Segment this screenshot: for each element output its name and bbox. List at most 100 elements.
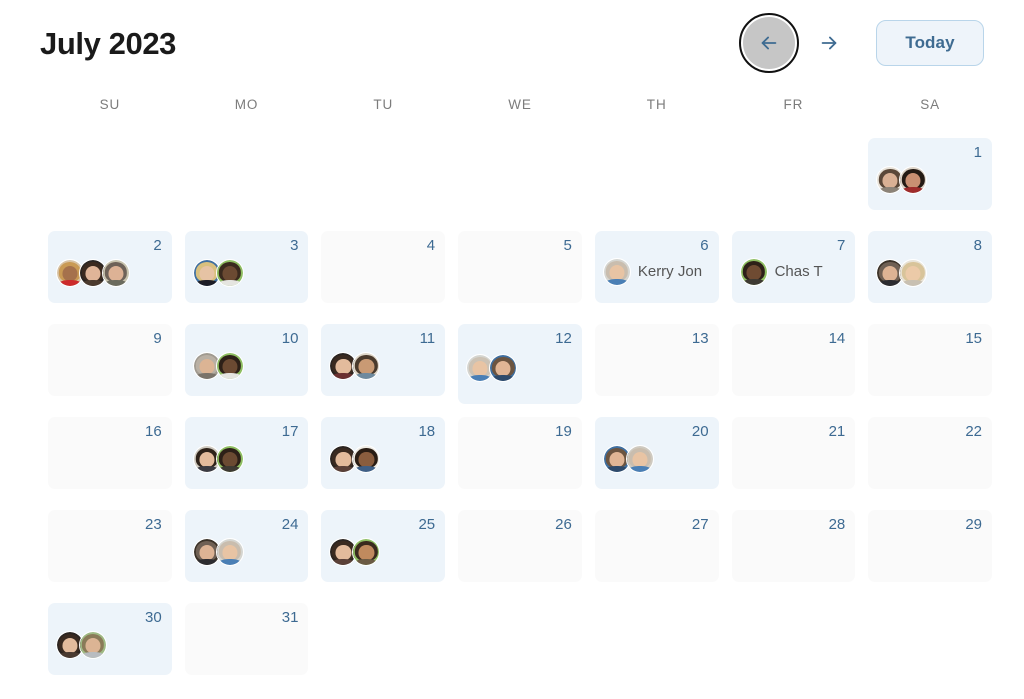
avatar-kerry[interactable] xyxy=(602,258,631,286)
day-cell-12[interactable]: 12 xyxy=(458,324,582,404)
avatar-30b[interactable] xyxy=(79,631,107,659)
day-cell-25[interactable]: 25 xyxy=(321,510,446,582)
day-number: 10 xyxy=(281,330,299,347)
avatar-3b[interactable] xyxy=(215,259,244,287)
avatar-stack xyxy=(56,259,130,287)
previous-month-button[interactable] xyxy=(739,13,799,73)
day-cell-2[interactable]: 2 xyxy=(48,231,172,303)
day-cell-30[interactable]: 30 xyxy=(48,603,172,675)
day-cell-8[interactable]: 8 xyxy=(868,231,992,303)
day-cell-empty xyxy=(458,603,582,675)
weekday-label-sa: SA xyxy=(920,97,941,112)
day-cell-22[interactable]: 22 xyxy=(868,417,992,489)
day-number: 5 xyxy=(563,237,572,254)
day-cell-6[interactable]: 6 Kerry Jon xyxy=(594,231,719,303)
previous-month-wrapper xyxy=(738,12,800,74)
day-cell-7[interactable]: 7 Chas T xyxy=(731,231,856,303)
avatar-11b[interactable] xyxy=(352,352,381,380)
avatar-17b[interactable] xyxy=(215,445,244,473)
avatar-2c[interactable] xyxy=(102,259,130,287)
day-cell-empty xyxy=(458,138,582,210)
calendar-navigation: Today xyxy=(738,12,984,74)
day-number: 30 xyxy=(145,609,162,626)
event-entry[interactable]: Chas T xyxy=(739,258,823,286)
avatar-stack xyxy=(602,445,654,473)
day-number: 19 xyxy=(555,423,572,440)
day-number: 8 xyxy=(973,237,982,254)
day-cell-27[interactable]: 27 xyxy=(594,510,719,582)
calendar-grid: 1 2 3 4 5 6 Kerry Jon 7 Chas T 8 9 10 11 12 13 14 15 16 17… xyxy=(48,138,992,696)
day-cell-empty xyxy=(595,603,719,675)
day-cell-1[interactable]: 1 xyxy=(868,138,992,210)
day-cell-4[interactable]: 4 xyxy=(321,231,446,303)
event-entry[interactable]: Kerry Jon xyxy=(602,258,702,286)
avatar-20b[interactable] xyxy=(625,445,654,473)
day-cell-3[interactable]: 3 xyxy=(184,231,309,303)
event-attendee-name: Chas T xyxy=(774,263,823,280)
day-cell-17[interactable]: 17 xyxy=(184,417,309,489)
day-cell-9[interactable]: 9 xyxy=(48,324,172,396)
day-number: 23 xyxy=(145,516,162,533)
day-number: 14 xyxy=(828,330,846,347)
day-number: 21 xyxy=(828,423,846,440)
day-number: 12 xyxy=(555,330,572,347)
avatar-25b[interactable] xyxy=(352,538,381,566)
arrow-left-icon xyxy=(758,32,780,54)
day-cell-empty xyxy=(321,603,445,675)
day-cell-15[interactable]: 15 xyxy=(868,324,992,396)
day-number: 22 xyxy=(965,423,982,440)
today-button[interactable]: Today xyxy=(876,20,984,66)
day-cell-11[interactable]: 11 xyxy=(321,324,446,396)
day-number: 29 xyxy=(965,516,982,533)
day-number: 26 xyxy=(555,516,572,533)
day-cell-5[interactable]: 5 xyxy=(458,231,582,303)
day-number: 20 xyxy=(691,423,709,440)
avatar-stack xyxy=(192,445,244,473)
day-number: 31 xyxy=(281,609,299,626)
weekday-label-th: TH xyxy=(646,97,667,112)
day-cell-24[interactable]: 24 xyxy=(184,510,309,582)
day-cell-13[interactable]: 13 xyxy=(594,324,719,396)
day-number: 18 xyxy=(418,423,436,440)
weekday-label-su: SU xyxy=(99,97,121,112)
day-cell-19[interactable]: 19 xyxy=(458,417,582,489)
weekday-label-mo: MO xyxy=(234,97,259,112)
avatar-stack xyxy=(192,352,244,380)
day-cell-21[interactable]: 21 xyxy=(731,417,856,489)
avatar-24b[interactable] xyxy=(215,538,244,566)
day-number: 25 xyxy=(418,516,436,533)
day-cell-29[interactable]: 29 xyxy=(868,510,992,582)
day-number: 6 xyxy=(700,237,709,254)
day-cell-31[interactable]: 31 xyxy=(184,603,309,675)
avatar-10b[interactable] xyxy=(215,352,244,380)
avatar-chas[interactable] xyxy=(739,258,768,286)
day-cell-20[interactable]: 20 xyxy=(594,417,719,489)
day-cell-26[interactable]: 26 xyxy=(458,510,582,582)
day-number: 15 xyxy=(965,330,982,347)
day-number: 7 xyxy=(836,237,846,254)
day-cell-empty xyxy=(868,603,992,675)
avatar-1b[interactable] xyxy=(899,166,928,194)
avatar-8b[interactable] xyxy=(899,259,928,287)
avatar-stack xyxy=(466,354,518,382)
avatar-stack xyxy=(192,538,244,566)
next-month-button[interactable] xyxy=(804,18,854,68)
day-cell-14[interactable]: 14 xyxy=(731,324,856,396)
avatar-12b[interactable] xyxy=(489,354,518,382)
avatar-stack xyxy=(329,352,381,380)
day-number: 1 xyxy=(973,144,982,161)
day-number: 2 xyxy=(153,237,162,254)
weekday-label-tu: TU xyxy=(373,97,394,112)
weekday-label-fr: FR xyxy=(783,97,804,112)
avatar-18b[interactable] xyxy=(352,445,381,473)
day-cell-23[interactable]: 23 xyxy=(48,510,172,582)
weekday-label-we: WE xyxy=(508,97,532,112)
day-cell-16[interactable]: 16 xyxy=(48,417,172,489)
day-cell-10[interactable]: 10 xyxy=(184,324,309,396)
arrow-right-icon xyxy=(818,32,840,54)
avatar-stack xyxy=(56,631,107,659)
day-cell-28[interactable]: 28 xyxy=(731,510,856,582)
avatar-stack xyxy=(329,445,381,473)
day-cell-18[interactable]: 18 xyxy=(321,417,446,489)
avatar-stack xyxy=(876,259,928,287)
